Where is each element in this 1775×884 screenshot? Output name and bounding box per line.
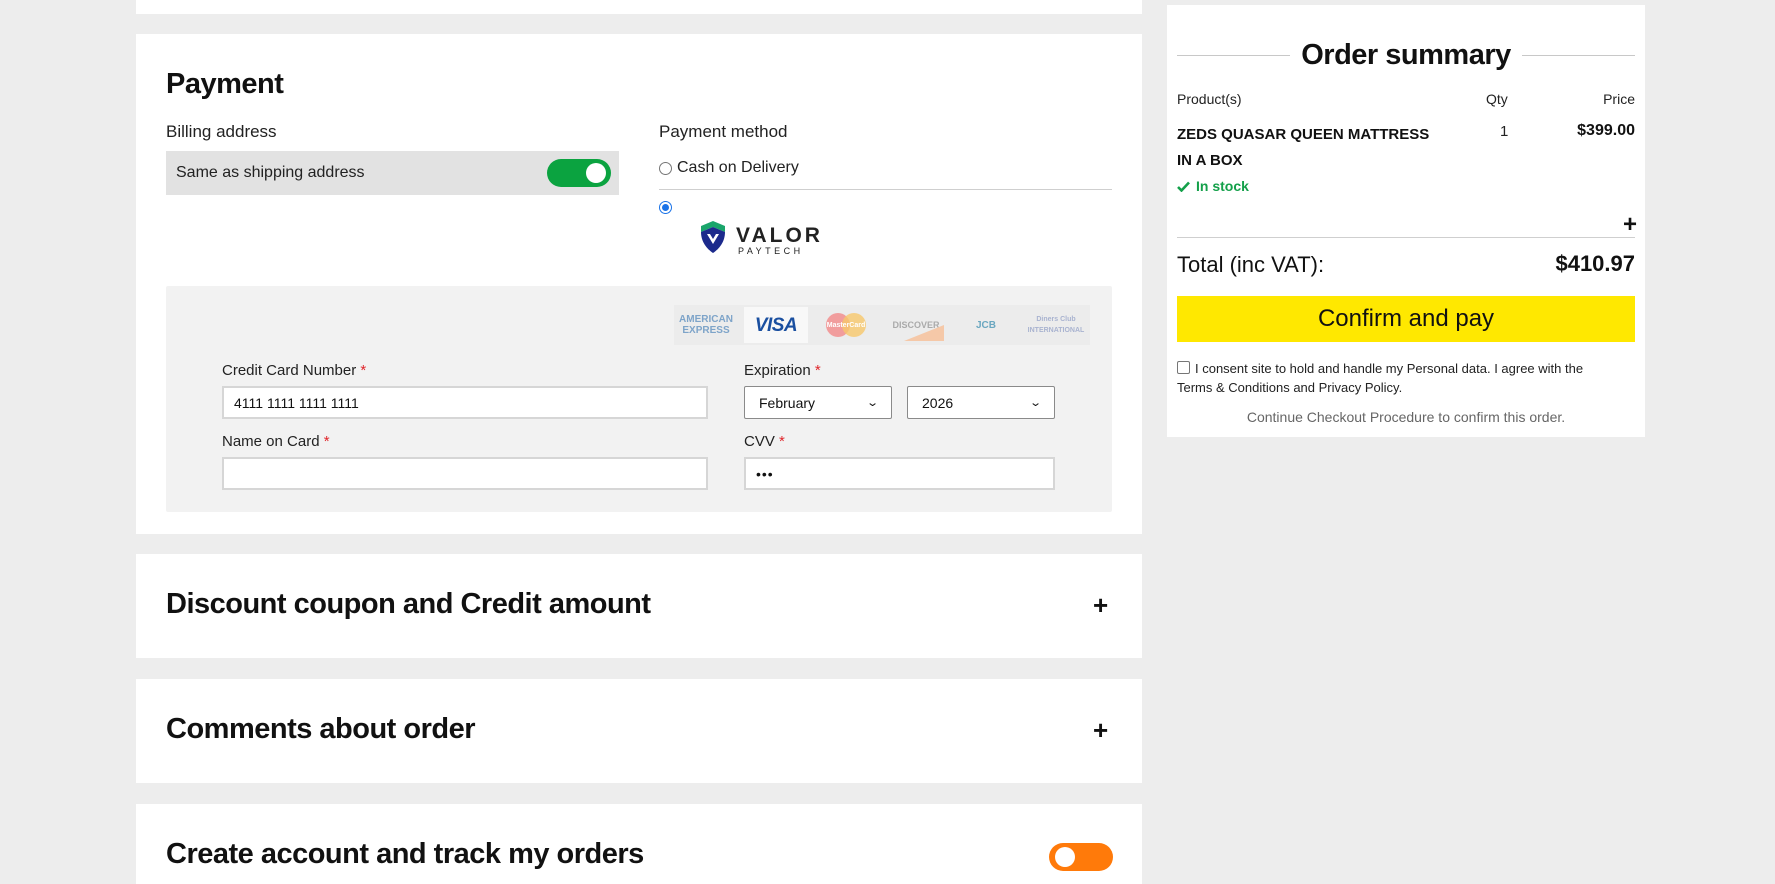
create-account-title: Create account and track my orders	[166, 838, 644, 870]
expiration-month-value: February	[759, 394, 816, 411]
products-column-header: Product(s)	[1177, 91, 1242, 107]
product-price: $399.00	[1577, 122, 1635, 139]
previous-section-panel	[136, 0, 1142, 14]
create-account-toggle[interactable]	[1049, 843, 1113, 871]
valor-shield-icon	[701, 221, 725, 253]
card-number-label-text: Credit Card Number	[222, 362, 357, 379]
jcb-logo: JCB	[975, 319, 996, 331]
valor-paytech-radio[interactable]	[659, 201, 672, 214]
required-mark: *	[779, 433, 785, 450]
cvv-input[interactable]: •••	[744, 457, 1055, 490]
order-comments-title: Comments about order	[166, 713, 476, 745]
expiration-label: Expiration *	[744, 362, 821, 379]
amex-logo: AMERICAN EXPRESS	[679, 314, 733, 336]
discount-coupon-section[interactable]: Discount coupon and Credit amount +	[136, 554, 1142, 658]
valor-brand-subtitle: PAYTECH	[738, 246, 804, 256]
continue-checkout-note: Continue Checkout Procedure to confirm t…	[1246, 409, 1566, 425]
valor-brand-name: VALOR	[736, 224, 823, 247]
expand-plus-icon[interactable]: +	[1623, 212, 1637, 238]
required-mark: *	[814, 362, 821, 379]
total-value: $410.97	[1555, 251, 1635, 276]
cash-on-delivery-label[interactable]: Cash on Delivery	[677, 159, 799, 177]
discount-coupon-title: Discount coupon and Credit amount	[166, 588, 651, 620]
card-brands-strip: AMERICAN EXPRESS VISA MasterCard DISCOVE…	[674, 305, 1090, 345]
expand-plus-icon[interactable]: +	[1093, 592, 1108, 618]
cash-on-delivery-radio[interactable]	[659, 162, 672, 175]
required-mark: *	[360, 362, 367, 379]
mastercard-logo: MasterCard	[814, 307, 878, 343]
same-as-shipping-toggle[interactable]	[547, 159, 611, 187]
toggle-knob	[1055, 847, 1075, 867]
cvv-label: CVV *	[744, 433, 785, 450]
consent-text: I consent site to hold and handle my Per…	[1177, 361, 1584, 395]
mastercard-wordmark: MasterCard	[826, 321, 866, 329]
visa-logo: VISA	[744, 307, 808, 343]
confirm-and-pay-button[interactable]: Confirm and pay	[1177, 296, 1635, 342]
credit-card-form: AMERICAN EXPRESS VISA MasterCard DISCOVE…	[166, 286, 1112, 512]
create-account-section: Create account and track my orders	[136, 804, 1142, 884]
expand-plus-icon[interactable]: +	[1093, 717, 1108, 743]
name-on-card-label-text: Name on Card	[222, 433, 320, 450]
summary-divider	[1177, 237, 1635, 238]
card-number-input[interactable]: 4111 1111 1111 1111	[222, 386, 708, 419]
order-summary-title: Order summary	[1301, 39, 1511, 71]
stock-status-text: In stock	[1196, 178, 1249, 194]
expiration-month-select[interactable]: February ⌄	[744, 386, 892, 419]
discover-logo: DISCOVER	[884, 307, 948, 343]
same-as-shipping-row[interactable]: Same as shipping address	[166, 151, 619, 195]
expiration-year-select[interactable]: 2026 ⌄	[907, 386, 1055, 419]
billing-address-label: Billing address	[166, 122, 277, 141]
card-number-label: Credit Card Number *	[222, 362, 366, 379]
name-on-card-input[interactable]	[222, 457, 708, 490]
total-label: Total (inc VAT):	[1177, 252, 1325, 277]
product-qty: 1	[1500, 123, 1509, 140]
payment-panel: Payment Billing address Same as shipping…	[136, 34, 1142, 534]
order-summary-panel: Order summary Product(s) Qty Price ZEDS …	[1167, 5, 1645, 437]
name-on-card-label: Name on Card *	[222, 433, 330, 450]
order-comments-section[interactable]: Comments about order +	[136, 679, 1142, 783]
payment-title: Payment	[166, 68, 284, 100]
chevron-down-icon: ⌄	[865, 397, 879, 409]
qty-column-header: Qty	[1486, 91, 1508, 107]
required-mark: *	[323, 433, 330, 450]
payment-method-divider	[659, 189, 1112, 190]
stock-status: In stock	[1177, 178, 1249, 194]
check-icon	[1177, 181, 1190, 192]
valor-paytech-logo: VALOR PAYTECH	[698, 220, 820, 256]
toggle-knob	[586, 163, 606, 183]
price-column-header: Price	[1603, 91, 1635, 107]
product-name: ZEDS QUASAR QUEEN MATTRESS IN A BOX	[1177, 126, 1430, 169]
expiration-label-text: Expiration	[744, 362, 811, 379]
cvv-label-text: CVV	[744, 433, 775, 450]
diners-club-logo: Diners Club INTERNATIONAL	[1027, 316, 1085, 334]
discover-accent	[904, 325, 944, 341]
expiration-year-value: 2026	[922, 394, 954, 411]
chevron-down-icon: ⌄	[1028, 397, 1042, 409]
payment-method-label: Payment method	[659, 122, 788, 141]
same-as-shipping-label: Same as shipping address	[176, 164, 365, 181]
